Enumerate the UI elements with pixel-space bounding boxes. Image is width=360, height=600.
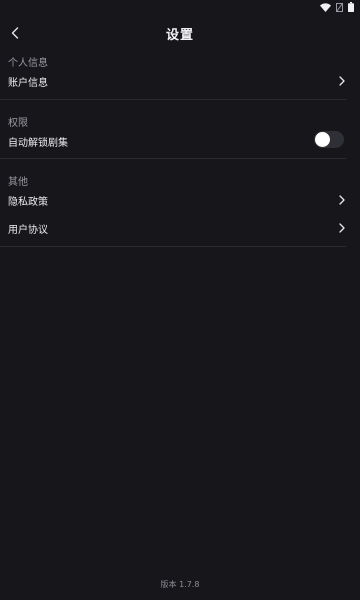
row-privacy-policy[interactable]: 隐私政策 [0,187,360,213]
row-label: 隐私政策 [8,197,48,208]
auto-unlock-toggle[interactable] [314,131,344,148]
page-title: 设置 [165,28,194,43]
chevron-right-icon [339,223,345,233]
section-divider [0,246,346,247]
settings-screen: 设置 个人信息 账户信息 权限 自动解锁剧集 其他 隐私政策 用户协议 版本 1… [0,0,360,600]
status-icons [320,2,354,12]
section-title-permissions: 权限 [8,118,28,129]
row-account-info[interactable]: 账户信息 [0,68,360,94]
row-auto-unlock-episodes: 自动解锁剧集 [0,128,360,154]
wifi-icon [320,2,331,12]
row-label: 用户协议 [8,225,48,236]
section-divider [0,99,346,100]
chevron-right-icon [339,76,345,86]
header: 设置 [0,18,360,48]
chevron-right-icon [339,195,345,205]
row-user-agreement[interactable]: 用户协议 [0,215,360,241]
toggle-knob [315,132,330,147]
section-title-personal-info: 个人信息 [8,58,48,69]
version-label: 版本 1.7.8 [160,580,200,589]
section-divider [0,158,346,159]
signal-icon [336,2,343,12]
row-label: 自动解锁剧集 [8,138,68,149]
section-title-other: 其他 [8,177,28,188]
battery-icon [348,2,354,12]
row-label: 账户信息 [8,78,48,89]
status-bar [0,0,360,14]
